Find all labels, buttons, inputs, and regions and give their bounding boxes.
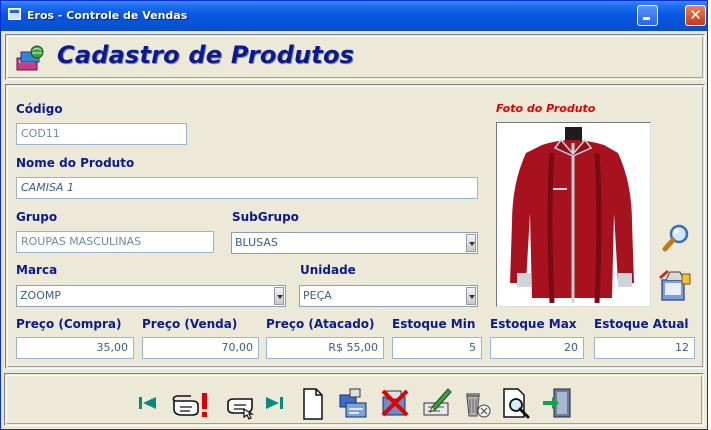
codigo-label: Código [16,102,63,116]
unidade-label: Unidade [300,263,356,277]
preco-compra-input[interactable]: 35,00 [16,337,134,359]
remove-icon[interactable] [458,385,494,421]
products-catalog-icon [16,45,44,71]
chevron-down-icon[interactable] [466,234,476,252]
estoque-max-input[interactable]: 20 [490,337,584,359]
preco-atacado-input[interactable]: R$ 55,00 [266,337,384,359]
estoque-min-input[interactable]: 5 [392,337,482,359]
subgrupo-label: SubGrupo [232,210,299,224]
preco-atacado-label: Preço (Atacado) [266,317,375,331]
previous-record-icon[interactable] [170,385,214,421]
unidade-select[interactable]: PEÇA [299,285,478,307]
subgrupo-value: BLUSAS [235,236,278,249]
preco-compra-label: Preço (Compra) [16,317,122,331]
first-record-icon[interactable] [136,385,160,421]
estoque-atual-label: Estoque Atual [594,317,689,331]
product-photo[interactable] [496,122,651,307]
preco-venda-input[interactable]: 70,00 [142,337,259,359]
preview-icon[interactable] [500,385,534,421]
estoque-atual-input[interactable]: 12 [594,337,695,359]
header-panel: Cadastro de Produtos [5,34,705,80]
estoque-min-label: Estoque Min [392,317,476,331]
close-button[interactable]: ✕ [685,5,706,26]
last-record-icon[interactable] [262,385,286,421]
grupo-input[interactable]: ROUPAS MASCULINAS [16,231,214,253]
page-title: Cadastro de Produtos [57,41,355,69]
estoque-max-label: Estoque Max [490,317,577,331]
subgrupo-select[interactable]: BLUSAS [231,232,478,254]
foto-produto-label: Foto do Produto [496,102,596,115]
zoom-magnifier-icon[interactable] [661,223,691,253]
minimize-button[interactable] [637,5,658,26]
edit-record-icon[interactable] [336,385,372,421]
nome-produto-input[interactable]: CAMISA 1 [16,177,478,199]
chevron-down-icon[interactable] [274,287,284,305]
unidade-value: PEÇA [303,289,332,302]
next-record-icon[interactable] [212,385,256,421]
marca-value: ZOOMP [20,289,61,302]
nome-produto-label: Nome do Produto [16,156,135,170]
preco-venda-label: Preço (Venda) [142,317,238,331]
app-icon [8,8,21,20]
shirt-photo-icon [497,123,650,306]
save-record-icon[interactable] [418,385,454,421]
grupo-label: Grupo [16,210,58,224]
marca-label: Marca [16,263,58,277]
load-photo-icon[interactable] [656,268,692,302]
marca-select[interactable]: ZOOMP [16,285,286,307]
delete-record-icon[interactable] [377,385,413,421]
new-record-icon[interactable] [300,385,326,421]
title-bar[interactable]: Eros - Controle de Vendas ✕ [1,1,707,31]
window-title: Eros - Controle de Vendas [27,9,188,22]
codigo-input[interactable]: COD11 [16,123,187,145]
close-icon: ✕ [689,6,702,24]
chevron-down-icon[interactable] [466,287,476,305]
exit-icon[interactable] [540,385,576,421]
